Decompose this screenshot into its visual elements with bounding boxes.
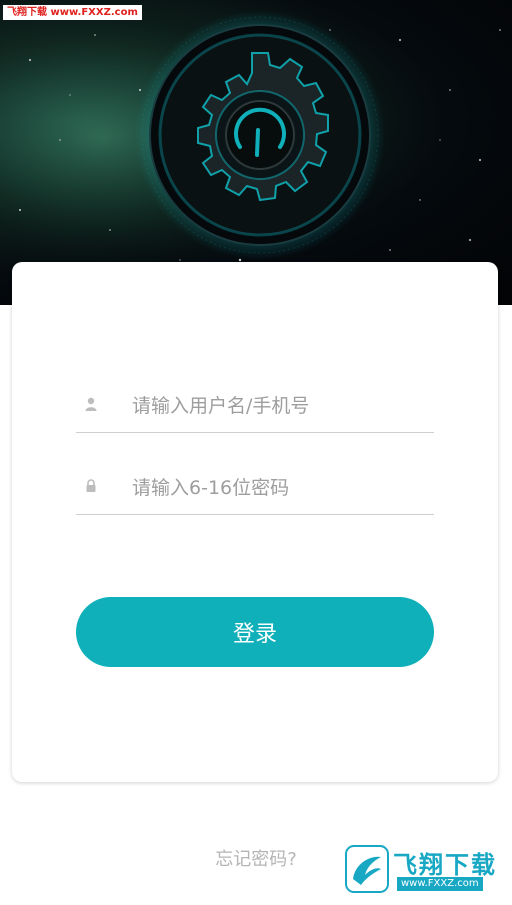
username-input[interactable]: [132, 388, 422, 424]
password-input[interactable]: [132, 470, 422, 506]
user-icon: [85, 397, 97, 411]
login-card: 登录: [12, 262, 498, 782]
watermark-logo: 飞翔下载 www.FXXZ.com: [345, 845, 501, 895]
lock-icon: [86, 479, 96, 492]
header-banner: 飞翔下载 www.FXXZ.com: [0, 0, 512, 305]
watermark-top: 飞翔下载 www.FXXZ.com: [3, 5, 142, 20]
watermark-name: 飞翔下载: [393, 851, 497, 879]
feixiang-logo-icon: [345, 845, 389, 893]
password-field: [76, 464, 434, 515]
login-button[interactable]: 登录: [76, 597, 434, 667]
login-page: 飞翔下载 www.FXXZ.com 登录 忘记密码? 飞翔下载 www.FXXZ: [0, 0, 512, 905]
space-background: [0, 0, 512, 305]
username-field: [76, 382, 434, 433]
watermark-url: www.FXXZ.com: [397, 877, 483, 891]
